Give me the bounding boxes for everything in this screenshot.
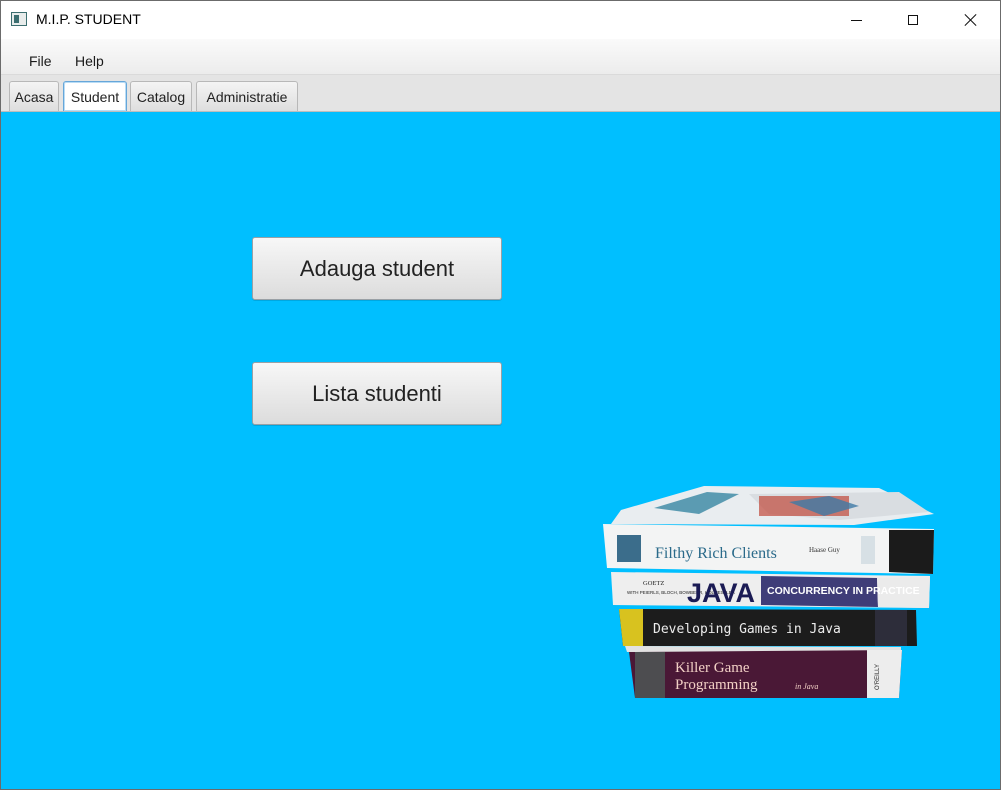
book-suffix-killer-game: in Java [795, 682, 818, 691]
tab-administratie[interactable]: Administratie [196, 81, 298, 111]
book-authors-filthy: Haase Guy [809, 546, 840, 554]
app-window: M.I.P. STUDENT File Help Acasa Student C… [0, 0, 1001, 790]
add-student-button[interactable]: Adauga student [252, 237, 502, 300]
menu-bar: File Help [1, 39, 1000, 75]
book-subtitle-java: CONCURRENCY IN PRACTICE [767, 585, 920, 597]
menu-help[interactable]: Help [75, 53, 104, 69]
close-button[interactable] [942, 1, 1000, 39]
book-stack-image: Filthy Rich Clients Haase Guy GOETZ WITH… [603, 486, 934, 698]
title-bar[interactable]: M.I.P. STUDENT [1, 1, 1000, 39]
student-panel: Adauga student Lista studenti Filthy Ric… [1, 112, 1000, 789]
tab-student[interactable]: Student [63, 81, 127, 111]
book-publisher-killer-game: O'REILLY [875, 664, 881, 690]
book-title-killer-game-line2: Programming [675, 677, 758, 693]
menu-file[interactable]: File [29, 53, 52, 69]
window-title: M.I.P. STUDENT [36, 11, 141, 27]
tab-bar: Acasa Student Catalog Administratie [1, 75, 1000, 112]
student-list-button[interactable]: Lista studenti [252, 362, 502, 425]
book-authors-java: GOETZ [643, 580, 664, 587]
minimize-button[interactable] [827, 1, 885, 39]
book-title-developing-games: Developing Games in Java [653, 622, 841, 637]
close-icon [964, 13, 978, 27]
tab-catalog[interactable]: Catalog [130, 81, 192, 111]
maximize-icon [908, 15, 918, 25]
app-icon [11, 12, 27, 26]
maximize-button[interactable] [884, 1, 942, 39]
book-title-killer-game-line1: Killer Game [675, 660, 750, 676]
book-title-java: JAVA [687, 578, 755, 608]
book-title-filthy-rich-clients: Filthy Rich Clients [655, 545, 777, 562]
tab-acasa[interactable]: Acasa [9, 81, 59, 111]
minimize-icon [850, 19, 862, 21]
